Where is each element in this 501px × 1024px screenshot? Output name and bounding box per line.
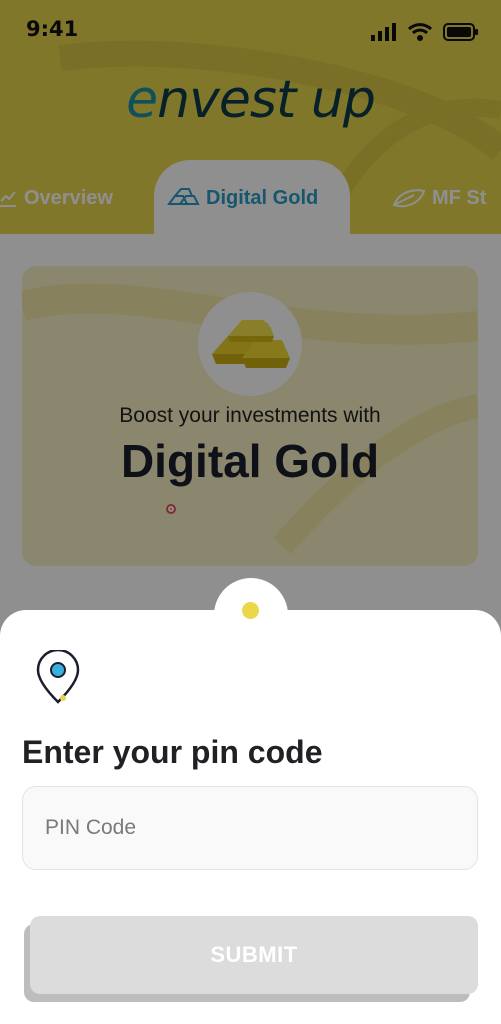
submit-button[interactable]: SUBMIT <box>30 916 478 994</box>
sheet-title: Enter your pin code <box>22 734 323 770</box>
pin-code-input[interactable] <box>22 786 478 870</box>
location-pin-icon <box>36 650 80 704</box>
sheet-handle-dot[interactable] <box>242 602 259 619</box>
